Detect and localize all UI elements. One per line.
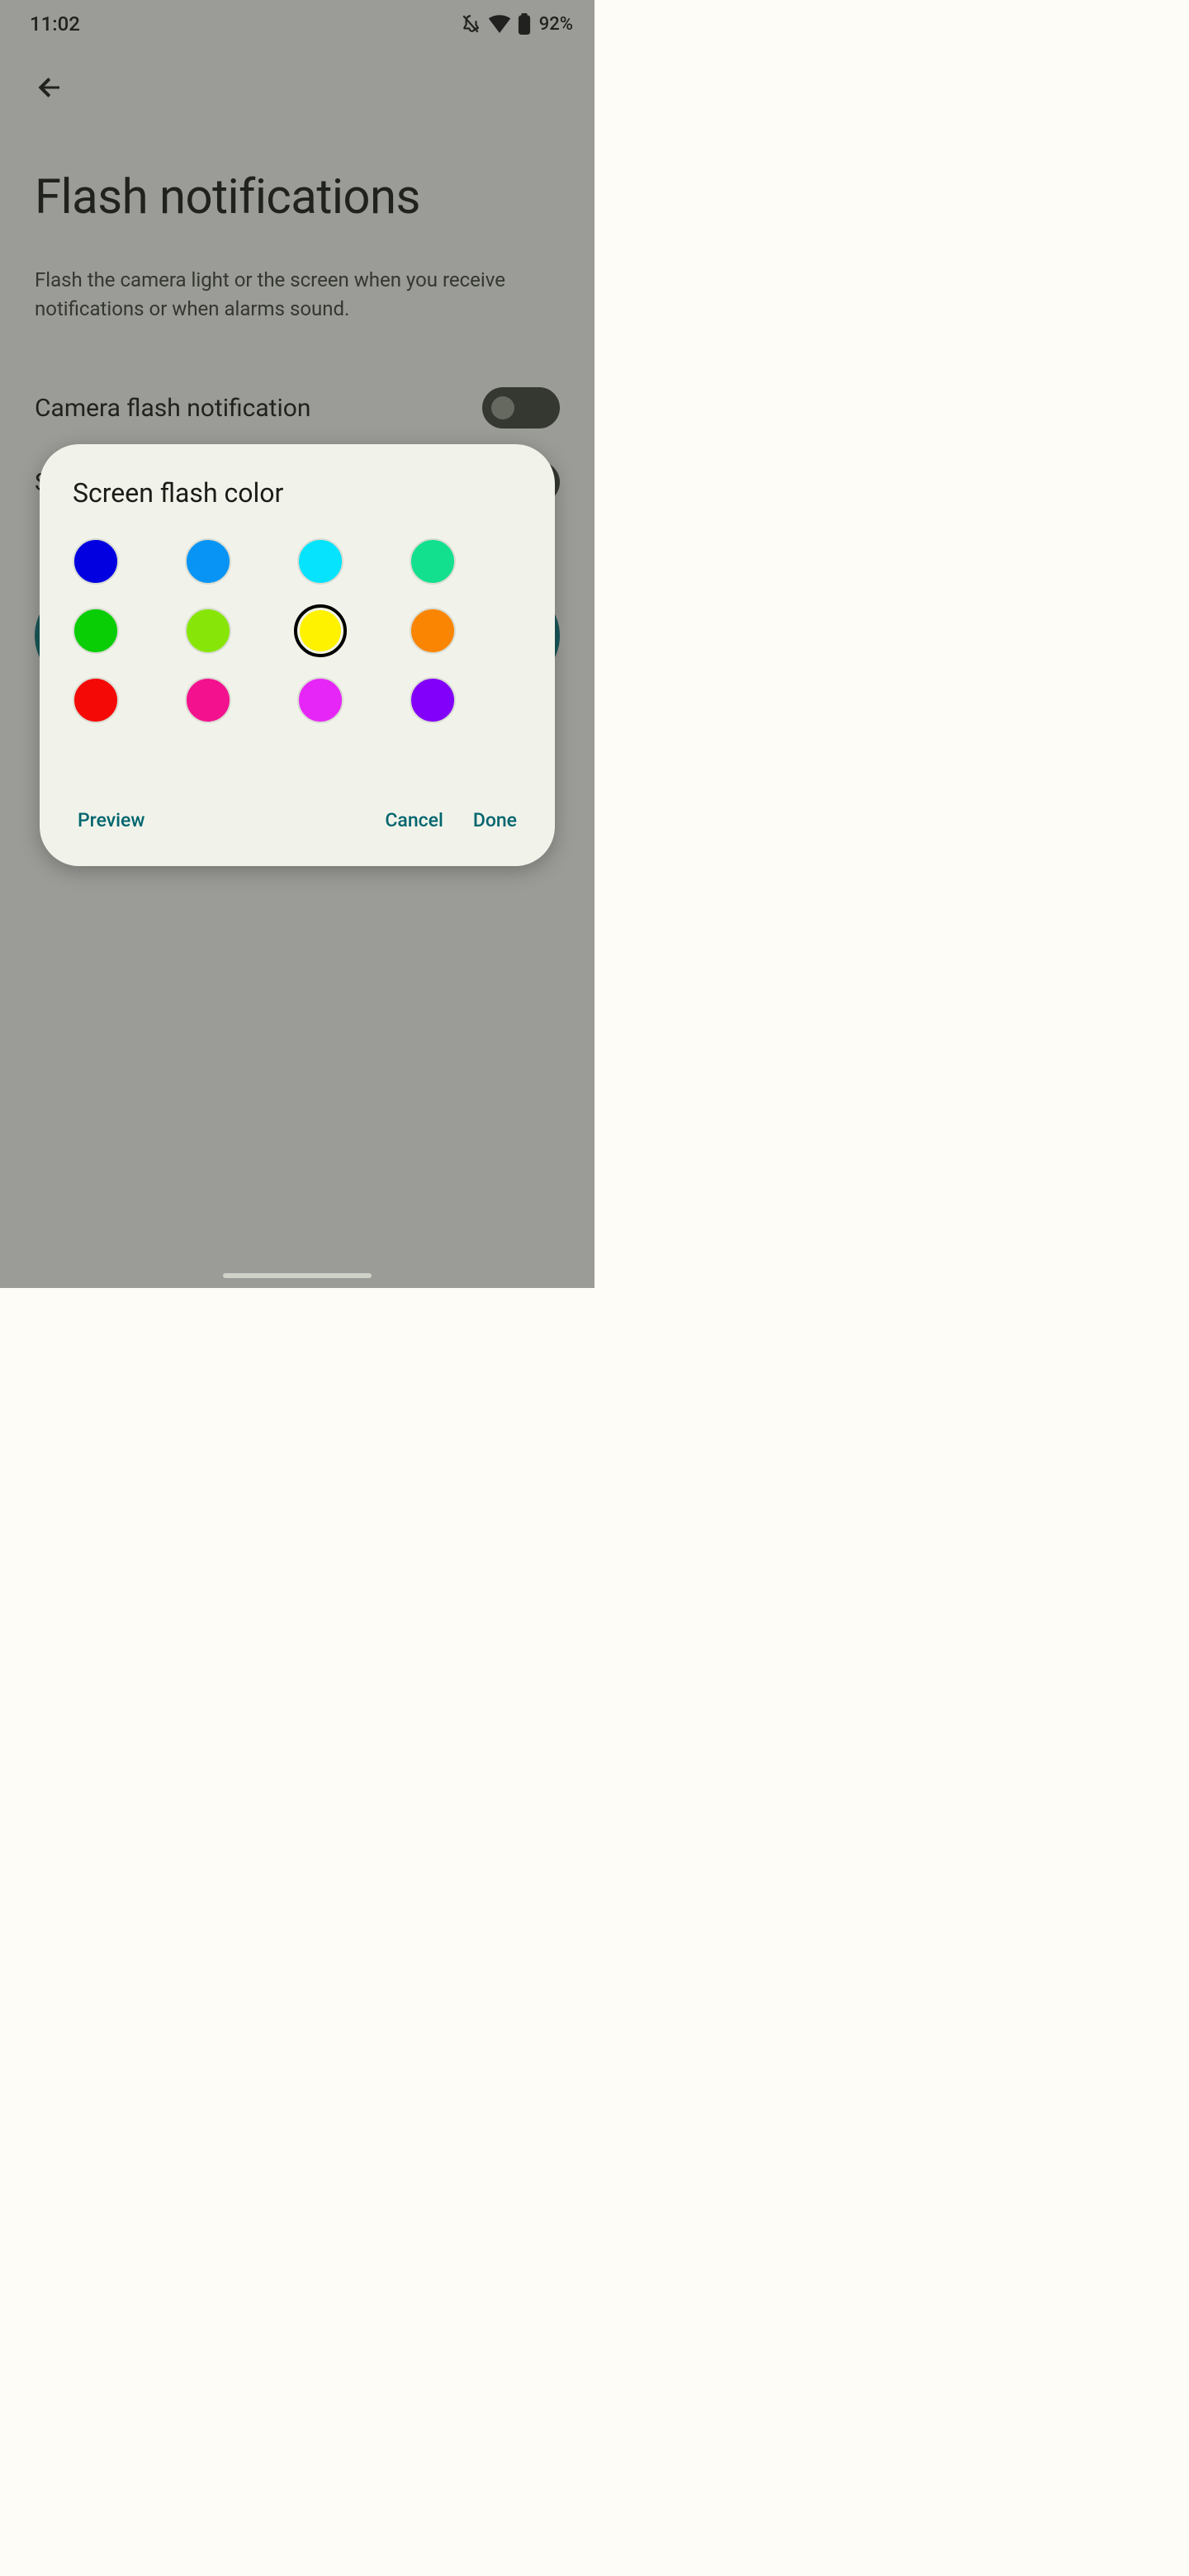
color-swatch-blue[interactable] [73,538,119,585]
color-swatch-azure[interactable] [185,538,231,585]
color-swatch-cyan[interactable] [297,538,343,585]
gesture-nav-bar[interactable] [223,1273,372,1278]
color-swatch-purple[interactable] [410,677,456,723]
color-swatch-red[interactable] [73,677,119,723]
dialog-actions: Preview Cancel Done [73,798,522,843]
color-swatch-lime[interactable] [185,608,231,654]
color-swatch-hot-pink[interactable] [185,677,231,723]
done-button[interactable]: Done [458,798,522,843]
dialog-title: Screen flash color [73,477,522,509]
color-picker-dialog: Screen flash color Preview Cancel Done [40,444,555,866]
cancel-button[interactable]: Cancel [370,798,457,843]
color-swatch-spring-green[interactable] [410,538,456,585]
color-swatch-grid [73,538,522,723]
color-swatch-magenta[interactable] [297,677,343,723]
color-swatch-yellow[interactable] [294,604,347,657]
color-swatch-orange[interactable] [410,608,456,654]
preview-button[interactable]: Preview [73,798,159,843]
color-swatch-green[interactable] [73,608,119,654]
